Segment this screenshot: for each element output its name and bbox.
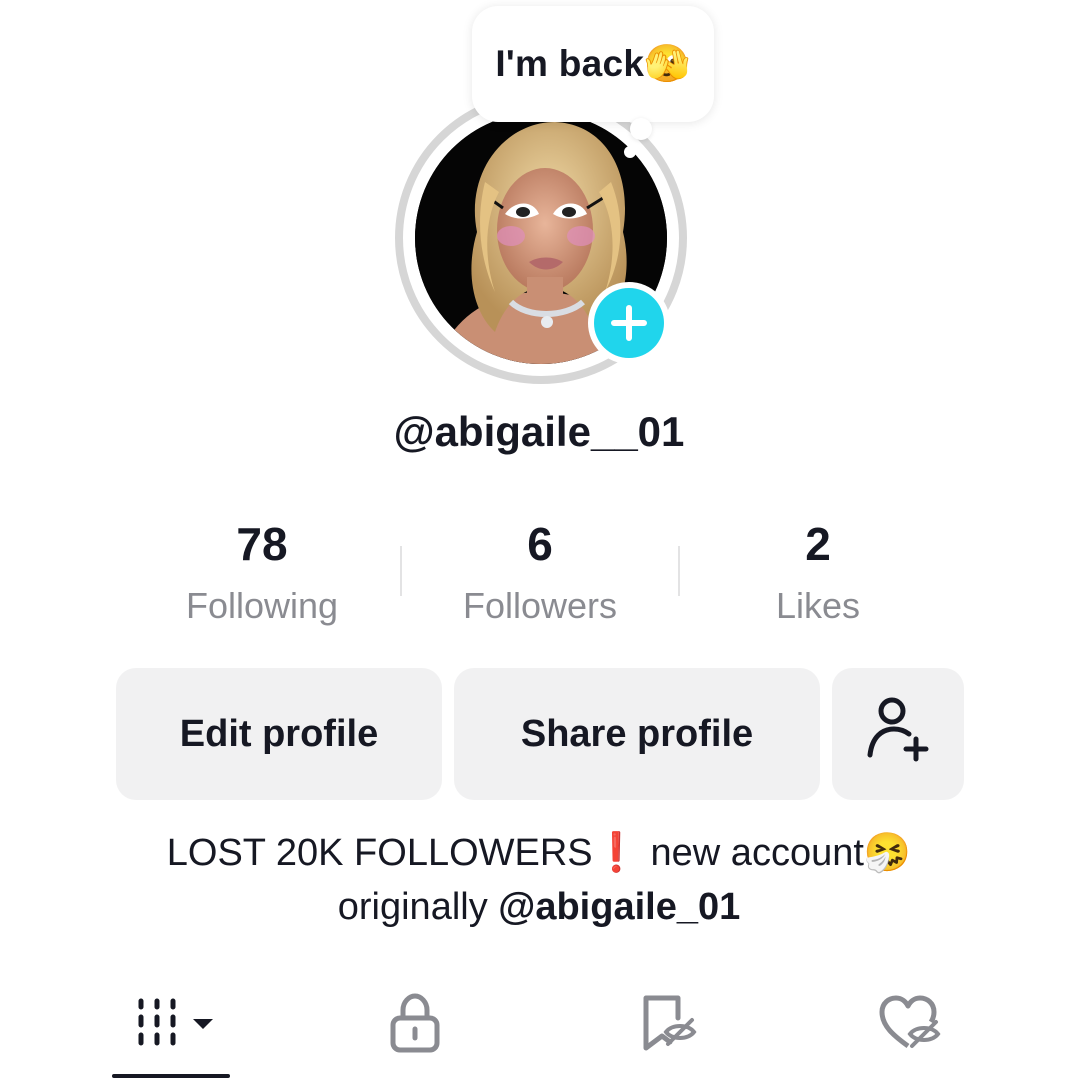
followers-label: Followers bbox=[462, 585, 618, 626]
exclamation-emoji: ❗ bbox=[592, 832, 640, 874]
bio-line-1: LOST 20K FOLLOWERS❗ new account🤧 bbox=[0, 826, 1078, 880]
tab-private[interactable] bbox=[360, 990, 470, 1060]
person-add-icon bbox=[862, 693, 934, 775]
bio-line-2: originally @abigaile_01 bbox=[0, 880, 1078, 934]
grid-icon bbox=[131, 995, 217, 1056]
bio-mention-link[interactable]: @abigaile_01 bbox=[498, 886, 740, 928]
tab-liked[interactable] bbox=[854, 990, 964, 1060]
note-text: I'm back🫣 bbox=[495, 42, 691, 84]
plus-icon bbox=[594, 288, 664, 358]
saved-hidden-icon bbox=[636, 992, 698, 1059]
stat-likes[interactable]: 2 Likes bbox=[688, 516, 948, 628]
bio: LOST 20K FOLLOWERS❗ new account🤧 origina… bbox=[0, 826, 1078, 934]
likes-count: 2 bbox=[805, 518, 831, 570]
stat-followers[interactable]: 6 Followers bbox=[410, 516, 670, 628]
followers-count: 6 bbox=[527, 518, 553, 570]
bio-text: originally bbox=[337, 886, 499, 928]
share-profile-button[interactable]: Share profile bbox=[454, 668, 820, 800]
stat-divider bbox=[678, 546, 680, 596]
bio-text: LOST 20K FOLLOWERS bbox=[166, 832, 593, 874]
stat-following[interactable]: 78 Following bbox=[132, 516, 392, 628]
tab-saved[interactable] bbox=[612, 990, 722, 1060]
following-count: 78 bbox=[236, 518, 288, 570]
active-tab-indicator bbox=[112, 1074, 230, 1078]
stat-divider bbox=[400, 546, 402, 596]
add-friends-button[interactable] bbox=[832, 668, 964, 800]
lock-icon bbox=[387, 992, 443, 1059]
following-label: Following bbox=[185, 585, 339, 626]
tab-videos[interactable] bbox=[116, 990, 232, 1060]
edit-profile-button[interactable]: Edit profile bbox=[116, 668, 442, 800]
note-bubble[interactable]: I'm back🫣 bbox=[472, 6, 714, 122]
note-bubble-tail-small bbox=[624, 146, 636, 158]
bio-text: new account🤧 bbox=[639, 832, 912, 874]
note-bubble-tail bbox=[630, 118, 652, 140]
add-story-button[interactable] bbox=[588, 282, 670, 364]
edit-profile-label: Edit profile bbox=[179, 712, 379, 755]
liked-hidden-icon bbox=[876, 992, 942, 1059]
username: @abigaile__01 bbox=[393, 408, 685, 455]
share-profile-label: Share profile bbox=[520, 712, 754, 755]
likes-label: Likes bbox=[775, 585, 861, 626]
